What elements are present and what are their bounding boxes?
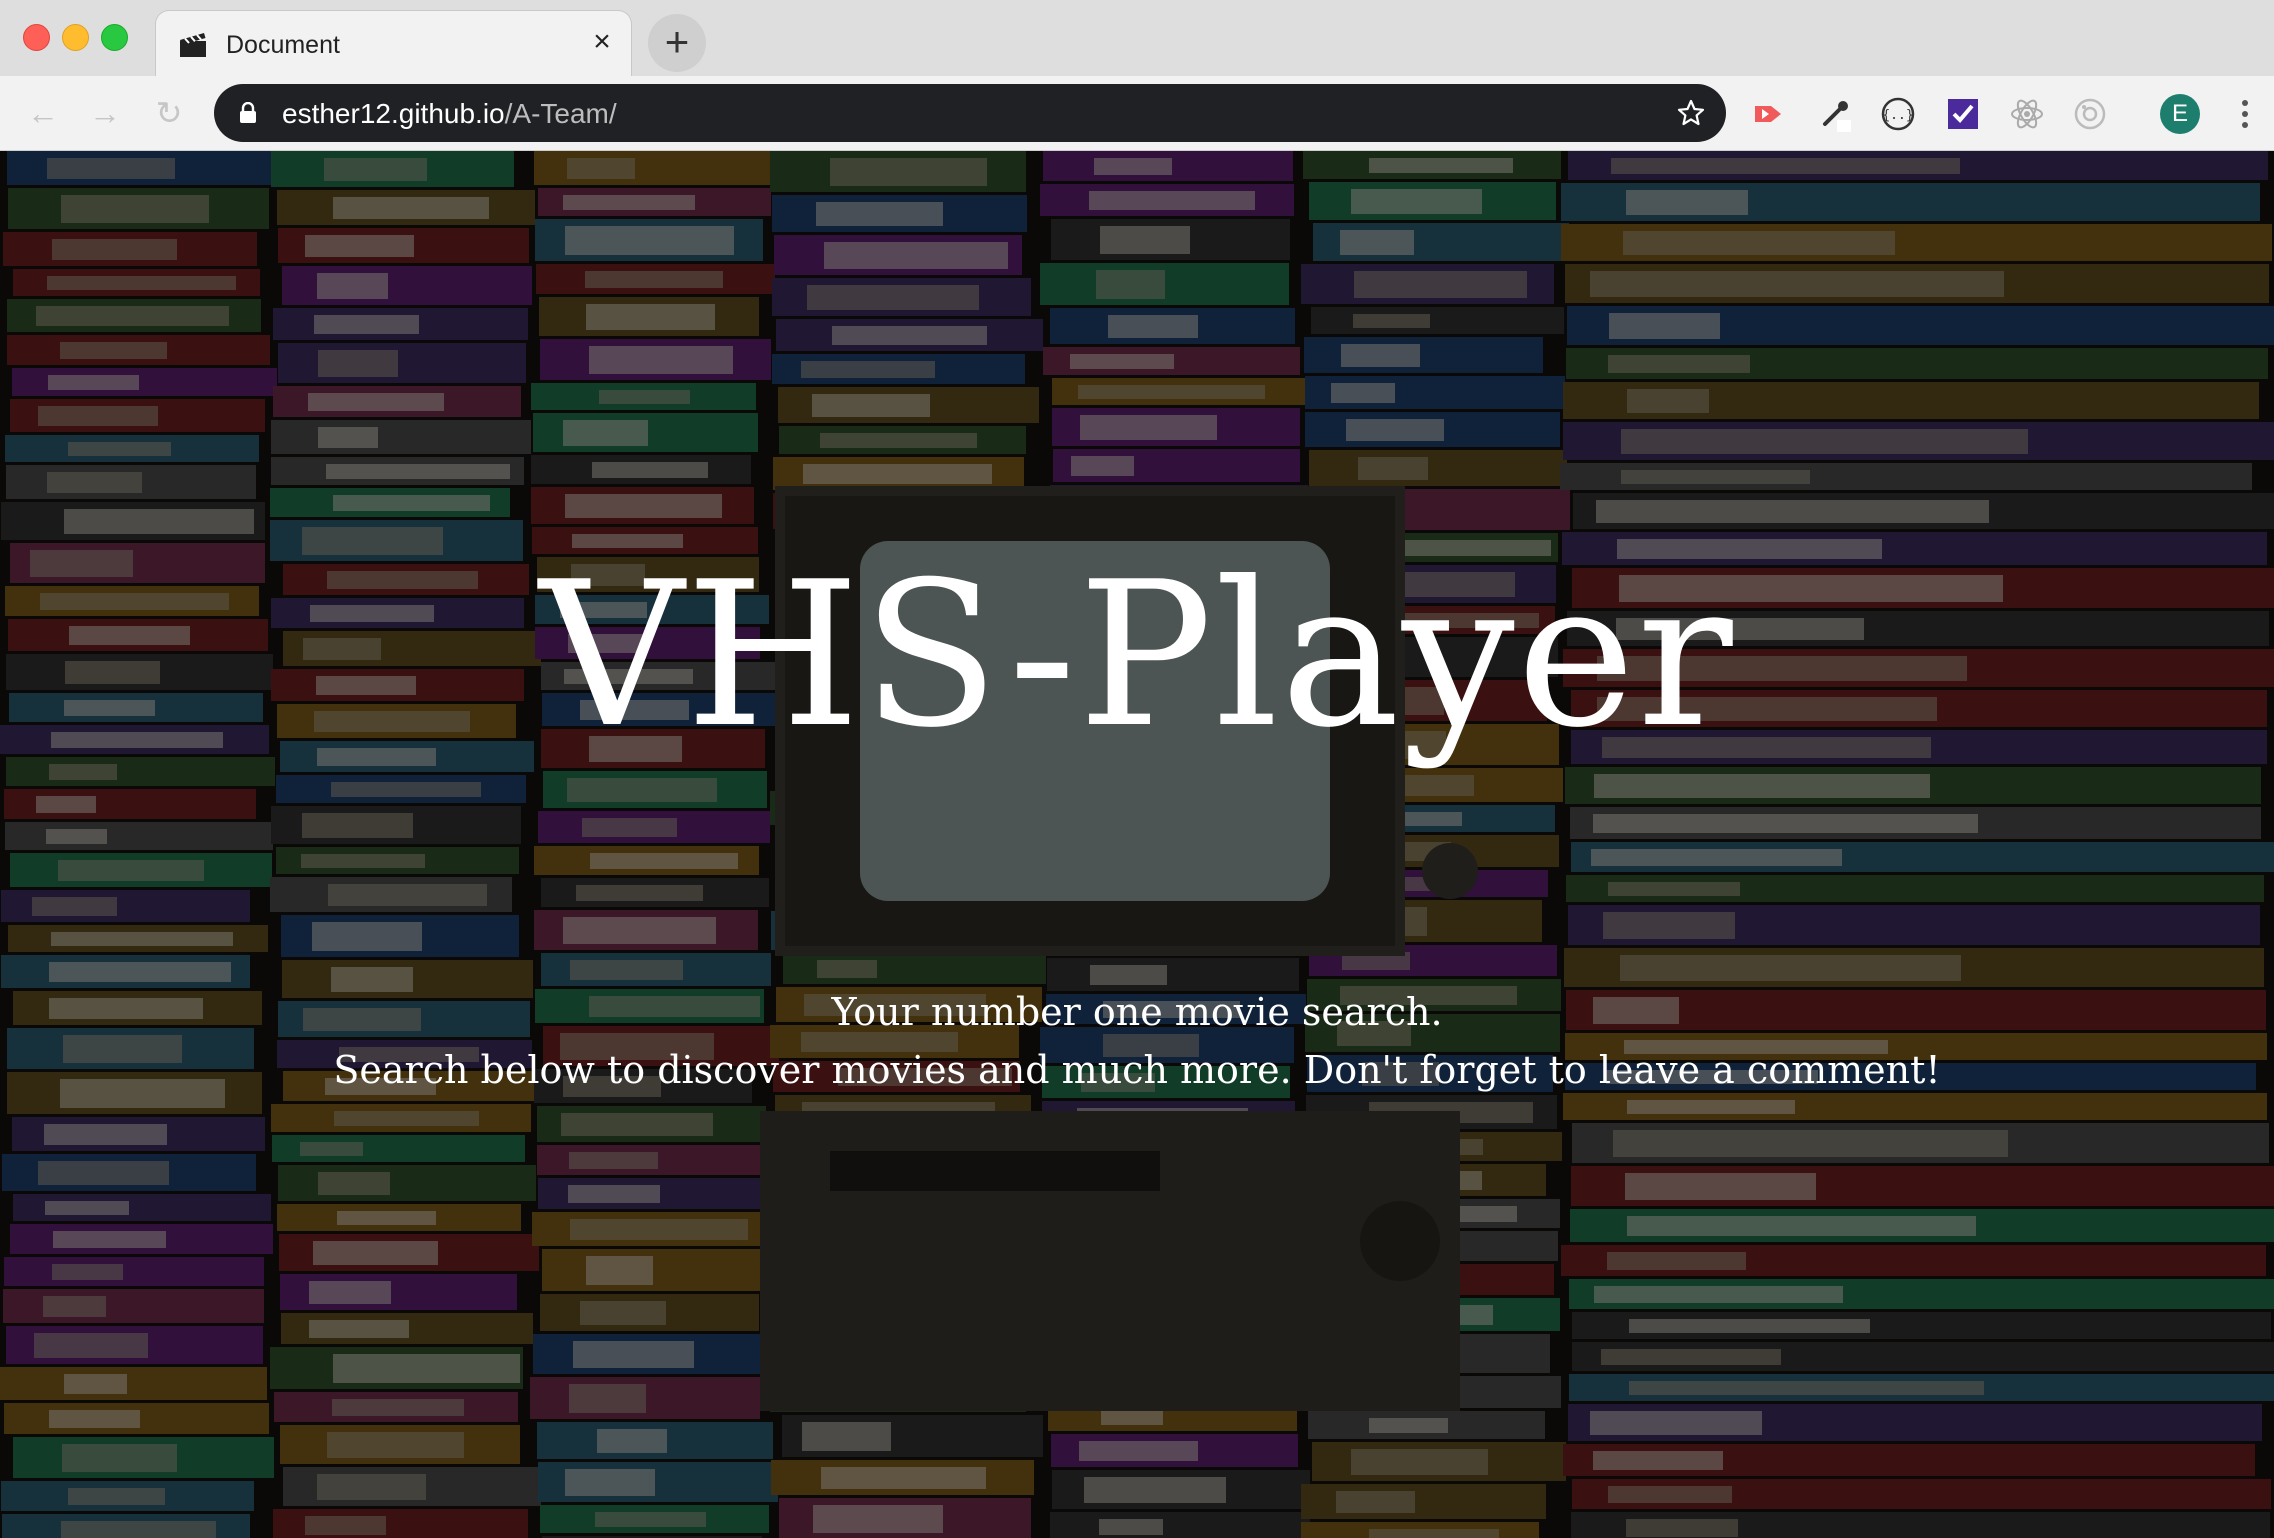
close-tab-icon[interactable]: × xyxy=(587,27,617,57)
forward-arrow-icon[interactable]: → xyxy=(86,94,124,132)
hero-title: VHS-Player xyxy=(539,539,1735,772)
close-window-button[interactable] xyxy=(23,24,50,51)
tab-title: Document xyxy=(226,31,340,59)
tab-strip: Document × + xyxy=(0,0,2274,76)
minimize-window-button[interactable] xyxy=(62,24,89,51)
page-content: VHS-Player Your number one movie search.… xyxy=(0,151,2274,1538)
address-bar[interactable]: esther12.github.io/A-Team/ xyxy=(214,84,1726,142)
maximize-window-button[interactable] xyxy=(101,24,128,51)
url-path: /A-Team/ xyxy=(504,98,617,129)
tagline-line-1: Your number one movie search. xyxy=(831,990,1443,1034)
reload-icon[interactable]: ↻ xyxy=(150,94,188,132)
svg-text:{..}: {..} xyxy=(1882,108,1913,123)
url-host: esther12.github.io xyxy=(282,98,505,129)
clapperboard-icon xyxy=(180,33,206,57)
profile-avatar[interactable]: E xyxy=(2160,94,2200,134)
browser-toolbar: ← → ↻ esther12.github.io/A-Team/ {..} E xyxy=(0,76,2274,151)
bookmark-star-icon[interactable] xyxy=(1676,98,1706,128)
active-tab[interactable]: Document × xyxy=(155,10,632,76)
hero-tagline: Your number one movie search. Search bel… xyxy=(0,983,2274,1099)
eyedropper-icon[interactable] xyxy=(1817,96,1853,132)
react-devtools-icon[interactable] xyxy=(2009,96,2045,132)
camera-extension-icon[interactable] xyxy=(2072,96,2108,132)
dark-overlay xyxy=(0,151,2274,1538)
back-arrow-icon[interactable]: ← xyxy=(24,94,62,132)
screencast-icon[interactable] xyxy=(1751,96,1787,132)
checkbox-extension-icon[interactable] xyxy=(1945,96,1981,132)
json-viewer-icon[interactable]: {..} xyxy=(1880,96,1916,132)
lock-icon xyxy=(240,102,256,123)
new-tab-button[interactable]: + xyxy=(648,14,706,72)
more-menu-icon[interactable] xyxy=(2238,96,2252,132)
url-text[interactable]: esther12.github.io/A-Team/ xyxy=(282,98,617,130)
tagline-line-2: Search below to discover movies and much… xyxy=(333,1048,1941,1092)
